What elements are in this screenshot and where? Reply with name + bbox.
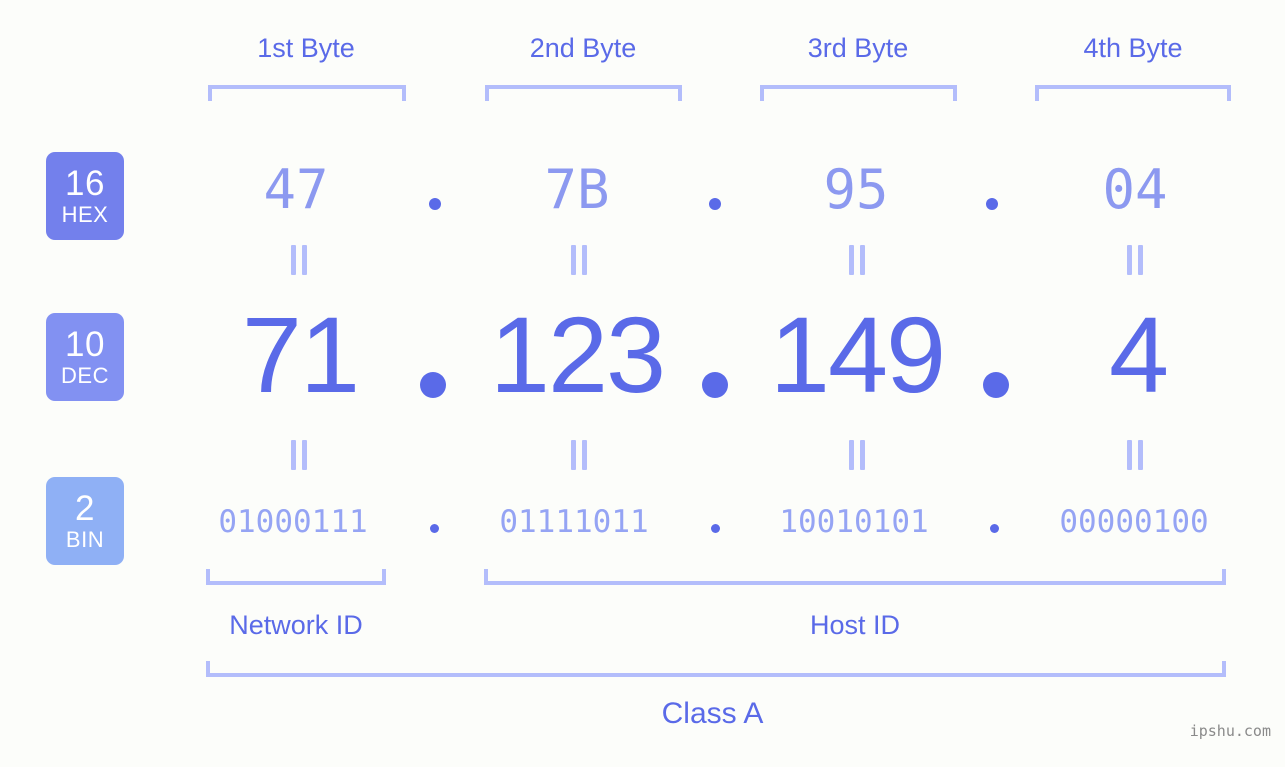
dec-separator-2: [702, 372, 728, 398]
dec-octet-2: 123: [489, 294, 666, 415]
base-badge-hex-name: HEX: [61, 202, 109, 227]
base-badge-bin-name: BIN: [65, 527, 105, 552]
base-badge-dec-name: DEC: [61, 363, 109, 388]
watermark: ipshu.com: [1189, 722, 1271, 740]
dec-octet-1: 71: [241, 294, 360, 415]
bin-separator-1: [430, 524, 439, 533]
hex-octet-1: 47: [263, 158, 329, 221]
bin-separator-2: [711, 524, 720, 533]
hex-separator-1: [429, 198, 441, 210]
ip-breakdown-diagram: 1st Byte 2nd Byte 3rd Byte 4th Byte 16 H…: [0, 0, 1285, 767]
bin-octet-2: 01111011: [499, 504, 649, 540]
equals-icon-7: [848, 440, 866, 470]
byte-bracket-3: [760, 85, 957, 101]
hex-octet-3: 95: [823, 158, 889, 221]
class-label: Class A: [661, 697, 764, 730]
equals-icon-8: [1126, 440, 1144, 470]
hex-octet-4: 04: [1102, 158, 1168, 221]
dec-octet-3: 149: [769, 294, 946, 415]
byte-bracket-2: [485, 85, 682, 101]
base-badge-hex: 16 HEX: [46, 152, 124, 240]
hex-octet-2: 7B: [544, 158, 610, 221]
byte-header-4: 4th Byte: [1083, 33, 1183, 63]
bin-separator-3: [990, 524, 999, 533]
dec-octet-4: 4: [1108, 294, 1169, 415]
dec-separator-3: [983, 372, 1009, 398]
base-badge-dec: 10 DEC: [46, 313, 124, 401]
byte-header-1: 1st Byte: [257, 33, 355, 63]
equals-icon-1: [290, 245, 308, 275]
equals-icon-2: [570, 245, 588, 275]
hex-separator-2: [709, 198, 721, 210]
bin-octet-4: 00000100: [1059, 504, 1209, 540]
equals-icon-6: [570, 440, 588, 470]
equals-icon-3: [848, 245, 866, 275]
hex-separator-3: [986, 198, 998, 210]
byte-header-2: 2nd Byte: [529, 33, 637, 63]
network-id-bracket: [206, 569, 386, 585]
host-id-label: Host ID: [809, 610, 901, 640]
equals-icon-4: [1126, 245, 1144, 275]
byte-bracket-1: [208, 85, 406, 101]
byte-bracket-4: [1035, 85, 1231, 101]
bin-octet-1: 01000111: [218, 504, 368, 540]
bin-octet-3: 10010101: [779, 504, 929, 540]
network-id-label: Network ID: [229, 610, 363, 640]
base-badge-bin-number: 2: [75, 489, 95, 528]
equals-icon-5: [290, 440, 308, 470]
base-badge-hex-number: 16: [65, 164, 105, 203]
class-bracket: [206, 661, 1226, 677]
base-badge-bin: 2 BIN: [46, 477, 124, 565]
dec-separator-1: [420, 372, 446, 398]
host-id-bracket: [484, 569, 1226, 585]
byte-header-3: 3rd Byte: [807, 33, 909, 63]
base-badge-dec-number: 10: [65, 325, 105, 364]
